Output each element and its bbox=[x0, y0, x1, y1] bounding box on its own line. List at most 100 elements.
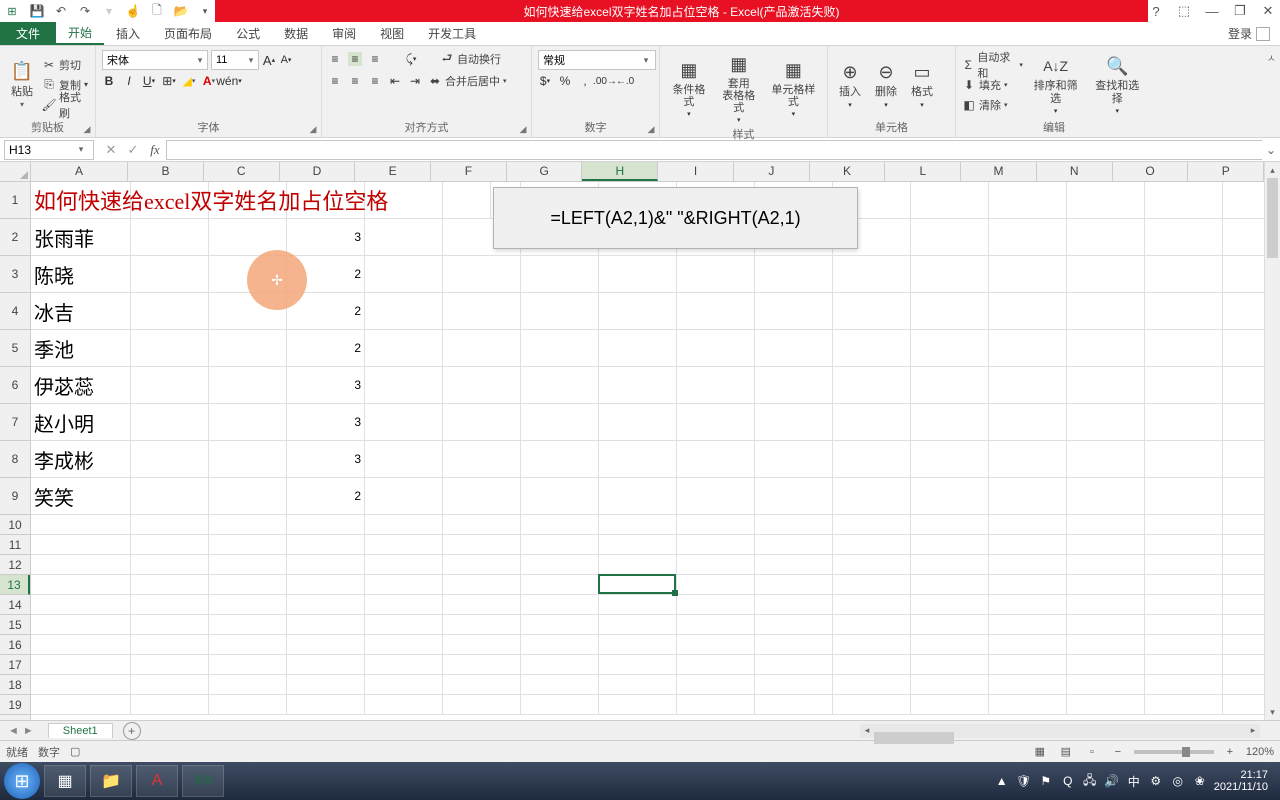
cell[interactable] bbox=[443, 256, 521, 293]
cell[interactable] bbox=[1067, 655, 1145, 675]
cell[interactable] bbox=[287, 655, 365, 675]
cell-D6[interactable]: 3 bbox=[287, 367, 365, 404]
cell[interactable] bbox=[911, 478, 989, 515]
cell[interactable] bbox=[521, 293, 599, 330]
clock[interactable]: 21:17 2021/11/10 bbox=[1214, 769, 1268, 793]
cell[interactable] bbox=[911, 615, 989, 635]
cell[interactable] bbox=[1145, 655, 1223, 675]
cell[interactable] bbox=[365, 575, 443, 595]
tray-ime-icon[interactable]: 中 bbox=[1126, 773, 1142, 789]
cell[interactable] bbox=[989, 655, 1067, 675]
cell[interactable] bbox=[911, 404, 989, 441]
cell[interactable] bbox=[365, 515, 443, 535]
cell[interactable] bbox=[911, 575, 989, 595]
cell[interactable] bbox=[833, 615, 911, 635]
tray-misc2-icon[interactable]: ◎ bbox=[1170, 773, 1186, 789]
cell[interactable] bbox=[677, 695, 755, 715]
tab-insert[interactable]: 插入 bbox=[104, 22, 152, 45]
col-header-F[interactable]: F bbox=[431, 162, 507, 181]
cell[interactable] bbox=[1067, 555, 1145, 575]
cell[interactable] bbox=[521, 256, 599, 293]
cell[interactable] bbox=[443, 595, 521, 615]
task-excel-icon[interactable]: X≡ bbox=[182, 765, 224, 797]
cell[interactable] bbox=[677, 441, 755, 478]
find-select-button[interactable]: 🔍查找和选择▾ bbox=[1088, 50, 1146, 119]
save-icon[interactable]: 💾 bbox=[28, 2, 46, 20]
cell[interactable] bbox=[833, 478, 911, 515]
cell[interactable] bbox=[521, 555, 599, 575]
cell[interactable] bbox=[677, 515, 755, 535]
cell[interactable] bbox=[31, 575, 131, 595]
col-header-A[interactable]: A bbox=[31, 162, 128, 181]
cell[interactable] bbox=[1067, 575, 1145, 595]
cell[interactable] bbox=[287, 535, 365, 555]
cell[interactable] bbox=[1145, 535, 1223, 555]
cell[interactable] bbox=[287, 695, 365, 715]
normal-view-icon[interactable]: ▦ bbox=[1030, 744, 1050, 760]
cell[interactable] bbox=[755, 293, 833, 330]
cell[interactable] bbox=[31, 695, 131, 715]
cell[interactable] bbox=[521, 367, 599, 404]
chevron-down-icon[interactable]: ▾ bbox=[193, 55, 207, 66]
start-button[interactable]: ⊞ bbox=[4, 763, 40, 799]
cell[interactable] bbox=[677, 675, 755, 695]
cell[interactable] bbox=[31, 655, 131, 675]
col-header-H[interactable]: H bbox=[582, 162, 658, 181]
tab-home[interactable]: 开始 bbox=[56, 22, 104, 45]
cell[interactable] bbox=[911, 330, 989, 367]
cell-A4[interactable]: 冰吉 bbox=[31, 293, 131, 330]
enter-formula-icon[interactable]: ✓ bbox=[122, 140, 144, 160]
cell[interactable] bbox=[131, 695, 209, 715]
cell[interactable] bbox=[365, 555, 443, 575]
delete-button[interactable]: ⊖删除▾ bbox=[870, 50, 902, 119]
cell[interactable] bbox=[1145, 515, 1223, 535]
font-size-combo[interactable]: ▾ bbox=[211, 50, 259, 70]
cell-A7[interactable]: 赵小明 bbox=[31, 404, 131, 441]
cell[interactable] bbox=[443, 535, 521, 555]
col-header-J[interactable]: J bbox=[734, 162, 810, 181]
task-pinboard-icon[interactable]: ▦ bbox=[44, 765, 86, 797]
tab-data[interactable]: 数据 bbox=[272, 22, 320, 45]
cell[interactable] bbox=[209, 555, 287, 575]
cell[interactable] bbox=[911, 675, 989, 695]
hscroll-thumb[interactable] bbox=[874, 732, 954, 744]
cell[interactable] bbox=[1145, 330, 1223, 367]
cell[interactable] bbox=[989, 293, 1067, 330]
cell[interactable] bbox=[989, 182, 1067, 219]
cell[interactable] bbox=[1145, 695, 1223, 715]
scroll-right-icon[interactable]: ▸ bbox=[1246, 725, 1260, 736]
new-icon[interactable]: 🗋 bbox=[148, 2, 166, 20]
grid[interactable]: ABCDEFGHIJKLMNOP 12345678910111213141516… bbox=[0, 162, 1280, 720]
cell[interactable] bbox=[677, 555, 755, 575]
cell[interactable] bbox=[287, 575, 365, 595]
cell[interactable] bbox=[287, 615, 365, 635]
align-middle-icon[interactable]: ≡ bbox=[348, 52, 362, 66]
help-icon[interactable]: ? bbox=[1146, 2, 1166, 20]
vertical-scrollbar[interactable]: ▴ ▾ bbox=[1264, 162, 1280, 720]
cell[interactable] bbox=[31, 555, 131, 575]
cell[interactable] bbox=[599, 256, 677, 293]
cell[interactable] bbox=[755, 595, 833, 615]
page-break-icon[interactable]: ▫ bbox=[1082, 744, 1102, 760]
cell[interactable] bbox=[131, 293, 209, 330]
fill-button[interactable]: ⬇填充▾ bbox=[962, 76, 1023, 94]
cell[interactable] bbox=[989, 635, 1067, 655]
cell[interactable] bbox=[677, 293, 755, 330]
cell[interactable] bbox=[833, 330, 911, 367]
cell[interactable] bbox=[1145, 635, 1223, 655]
sort-filter-button[interactable]: A↓Z排序和筛选▾ bbox=[1027, 50, 1085, 119]
row-header-12[interactable]: 12 bbox=[0, 555, 30, 575]
scroll-down-icon[interactable]: ▾ bbox=[1265, 704, 1280, 720]
cell[interactable] bbox=[287, 635, 365, 655]
italic-button[interactable]: I bbox=[122, 74, 136, 88]
row-header-9[interactable]: 9 bbox=[0, 478, 30, 515]
grow-font-icon[interactable]: A▴ bbox=[262, 53, 276, 67]
new-sheet-button[interactable]: + bbox=[123, 722, 141, 740]
cell[interactable] bbox=[1067, 330, 1145, 367]
merge-button[interactable]: ⬌合并后居中▾ bbox=[428, 72, 507, 90]
cell[interactable] bbox=[677, 655, 755, 675]
currency-icon[interactable]: $▾ bbox=[538, 74, 552, 88]
cell[interactable] bbox=[521, 655, 599, 675]
cell[interactable] bbox=[1145, 615, 1223, 635]
row-header-7[interactable]: 7 bbox=[0, 404, 30, 441]
